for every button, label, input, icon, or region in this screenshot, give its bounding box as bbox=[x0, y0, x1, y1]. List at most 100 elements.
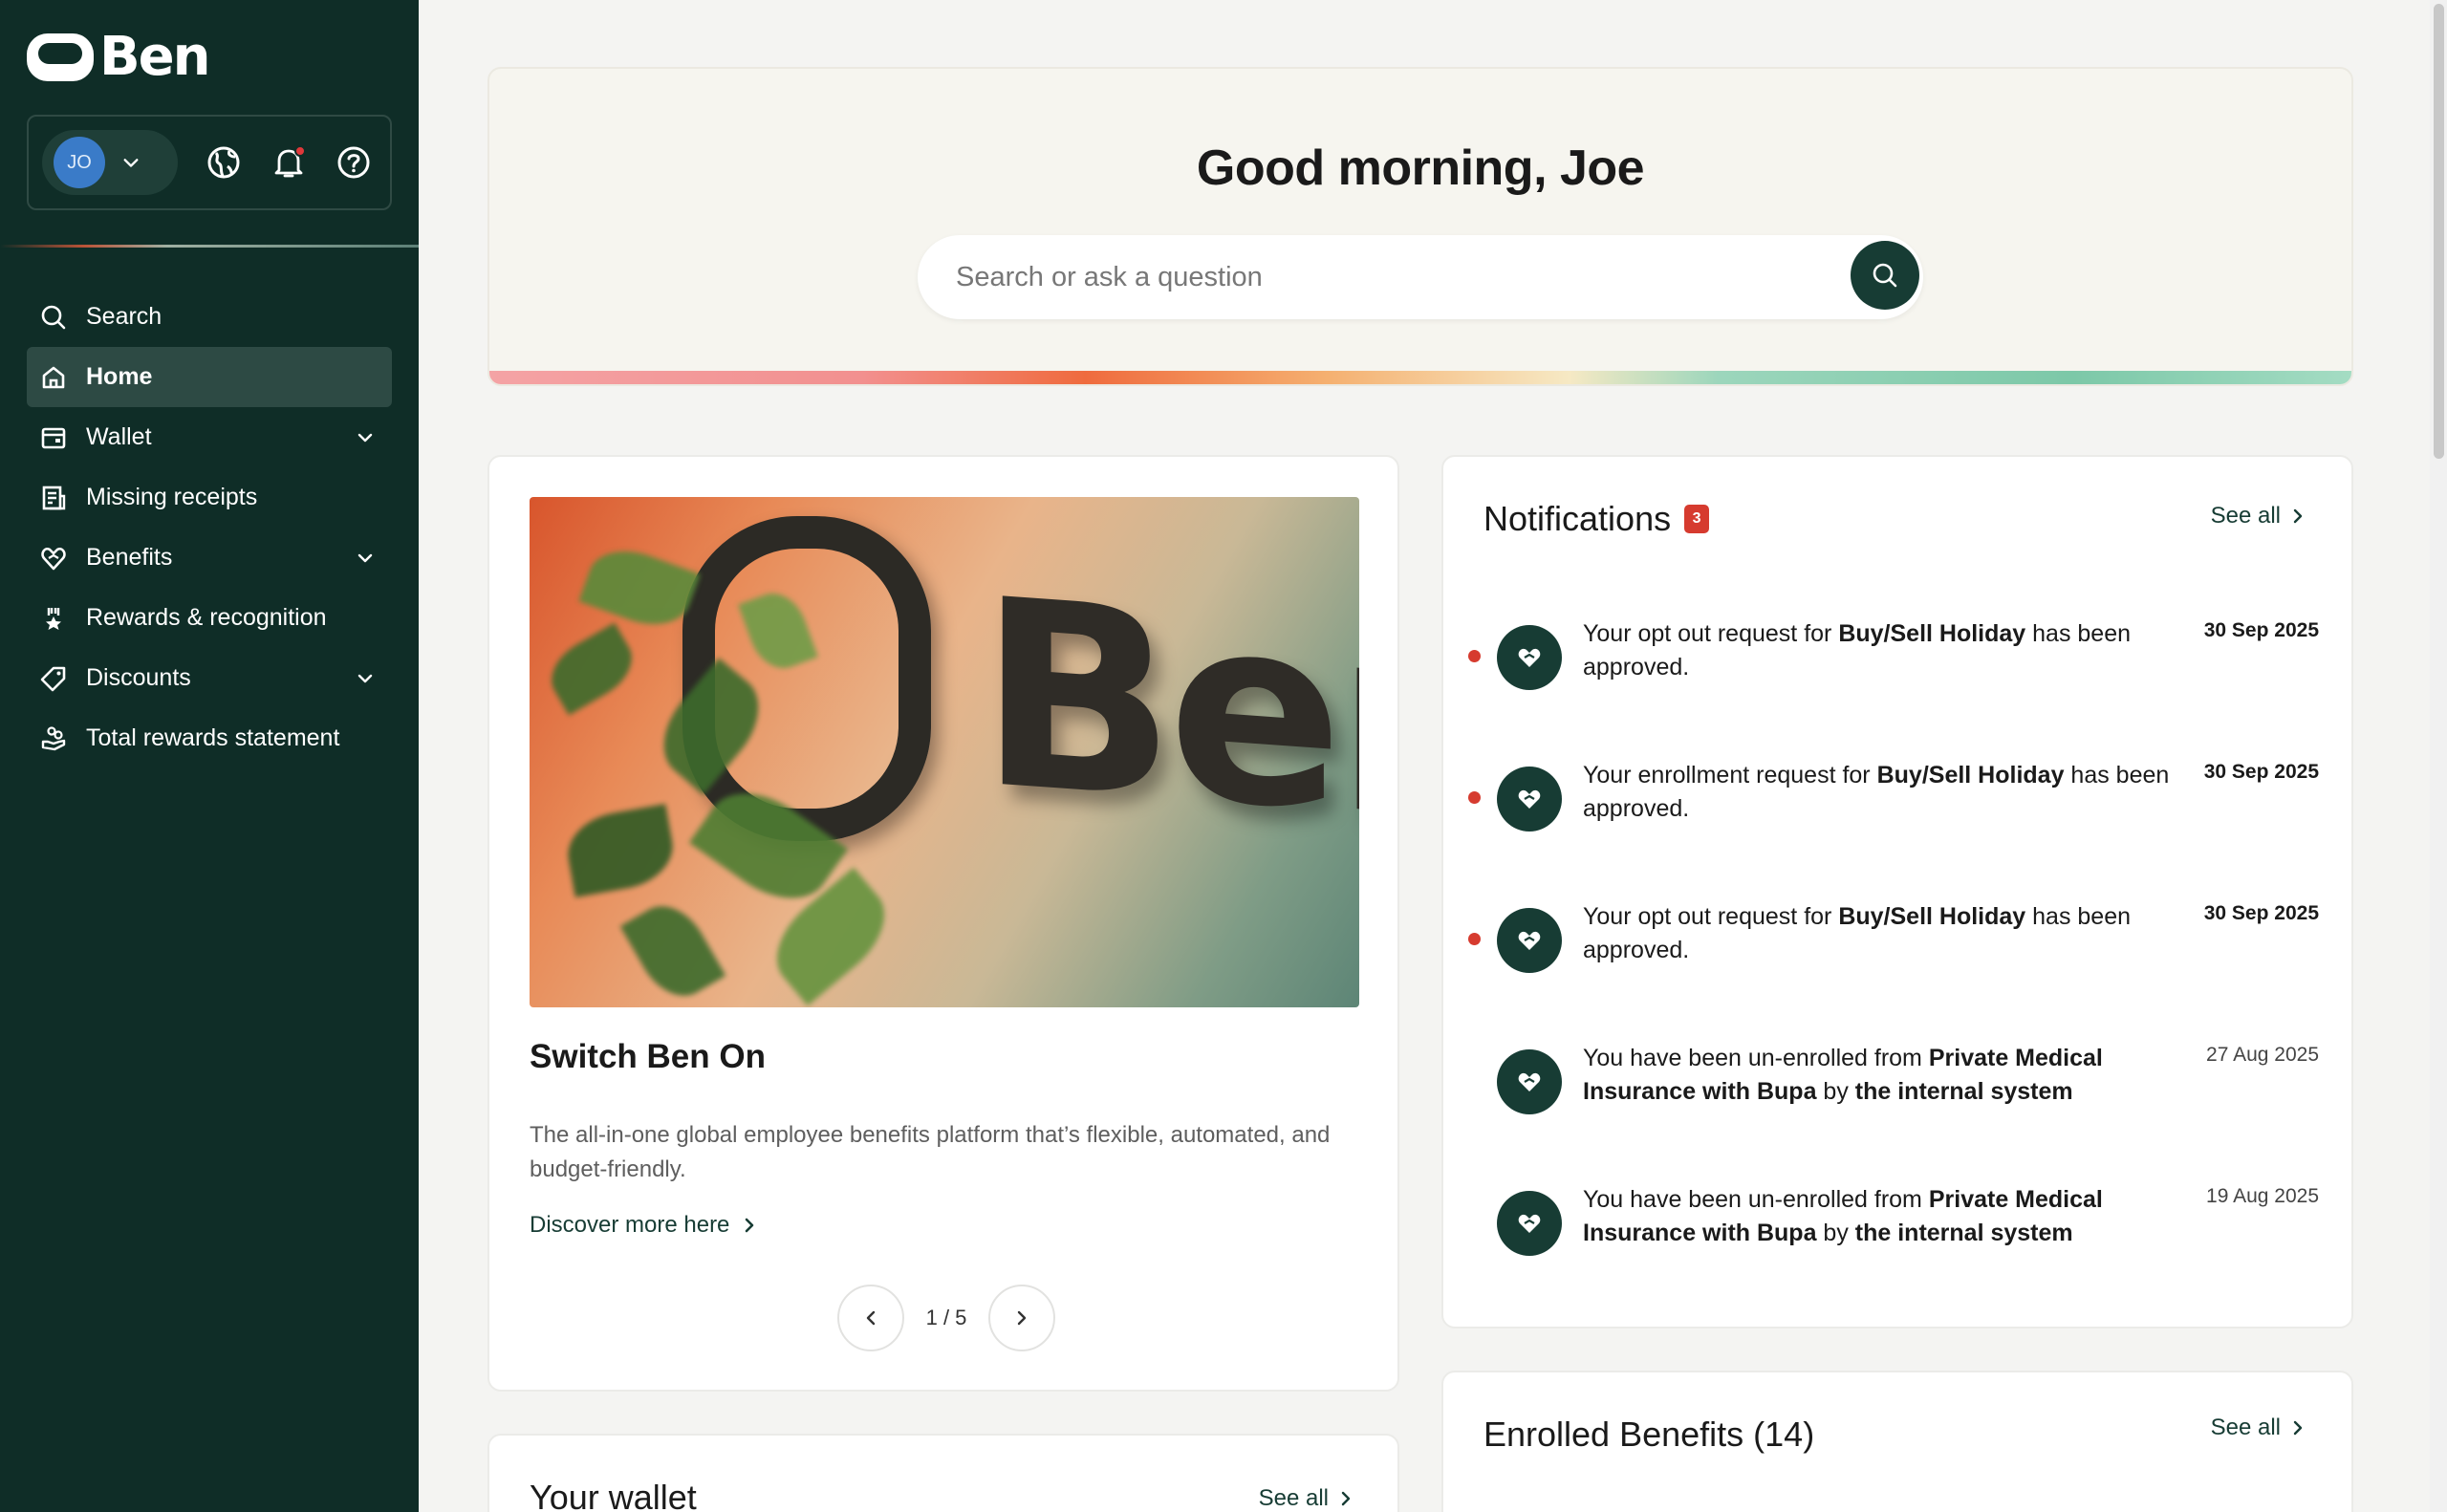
logo-mark-icon bbox=[27, 33, 94, 81]
ben-logo[interactable]: Ben bbox=[27, 26, 211, 88]
sidebar-item-label: Search bbox=[86, 303, 162, 330]
notification-text: Your opt out request for Buy/Sell Holida… bbox=[1583, 620, 2132, 680]
see-all-label: See all bbox=[2210, 503, 2281, 529]
plant-leaf bbox=[561, 804, 680, 897]
promo-card: Ben Switch Ben On The all-in-one global … bbox=[487, 455, 1399, 1392]
chevron-right-icon bbox=[746, 1218, 754, 1233]
sidebar-item-label: Discounts bbox=[86, 664, 191, 691]
scrollbar-thumb[interactable] bbox=[2434, 4, 2444, 459]
wallet-card: Your wallet See all bbox=[487, 1434, 1399, 1512]
sidebar-item-missing-receipts[interactable]: Missing receipts bbox=[27, 467, 392, 528]
notification-item[interactable]: Your opt out request for Buy/Sell Holida… bbox=[1459, 893, 2338, 1007]
sidebar-item-total-rewards-statement[interactable]: Total rewards statement bbox=[27, 708, 392, 768]
notification-date: 30 Sep 2025 bbox=[2203, 761, 2319, 783]
sidebar-divider bbox=[0, 245, 419, 248]
notification-date: 30 Sep 2025 bbox=[2203, 619, 2319, 641]
chevron-down-icon bbox=[357, 674, 373, 683]
sidebar-item-label: Total rewards statement bbox=[86, 724, 340, 751]
previous-slide-button[interactable] bbox=[837, 1285, 904, 1351]
notification-text: Your opt out request for Buy/Sell Holida… bbox=[1583, 903, 2132, 963]
chevron-right-icon bbox=[1341, 1491, 1351, 1506]
wallet-title: Your wallet bbox=[530, 1478, 697, 1512]
enrolled-benefits-card: Enrolled Benefits (14) See all bbox=[1441, 1371, 2353, 1512]
unread-dot bbox=[1468, 791, 1481, 804]
receipt-icon bbox=[40, 485, 67, 511]
notification-text: You have been un-enrolled from Private M… bbox=[1583, 1045, 2103, 1105]
search-icon bbox=[40, 304, 67, 331]
search-input[interactable] bbox=[956, 235, 1816, 319]
search-icon bbox=[1873, 263, 1897, 288]
chevron-down-icon bbox=[357, 433, 373, 443]
slide-counter: 1 / 5 bbox=[925, 1306, 967, 1329]
sidebar-item-wallet[interactable]: Wallet bbox=[27, 407, 392, 467]
enrolled-benefits-header: Enrolled Benefits (14) bbox=[1483, 1415, 1814, 1455]
notification-dot bbox=[294, 145, 306, 157]
sidebar-item-home[interactable]: Home bbox=[27, 347, 392, 407]
sidebar-item-label: Wallet bbox=[86, 423, 152, 450]
unread-dot bbox=[1468, 933, 1481, 945]
benefit-heart-icon bbox=[1497, 1049, 1562, 1114]
notification-item[interactable]: You have been un-enrolled from Private M… bbox=[1459, 1034, 2338, 1149]
notification-item[interactable]: You have been un-enrolled from Private M… bbox=[1459, 1176, 2338, 1290]
globe-button[interactable] bbox=[205, 143, 243, 182]
sidebar-item-discounts[interactable]: Discounts bbox=[27, 648, 392, 708]
unread-count-badge: 3 bbox=[1684, 505, 1710, 533]
notification-text: You have been un-enrolled from Private M… bbox=[1583, 1186, 2103, 1246]
plant-leaf bbox=[540, 622, 643, 716]
promo-image: Ben bbox=[530, 497, 1359, 1007]
see-all-label: See all bbox=[1258, 1485, 1329, 1511]
home-icon bbox=[40, 364, 67, 391]
benefit-heart-icon bbox=[1497, 1191, 1562, 1256]
tag-icon bbox=[40, 665, 67, 692]
hero-panel: Good morning, Joe bbox=[487, 67, 2353, 386]
award-icon bbox=[40, 605, 67, 632]
next-slide-button[interactable] bbox=[988, 1285, 1055, 1351]
promo-title: Switch Ben On bbox=[530, 1038, 766, 1075]
user-toolbar: JO bbox=[27, 115, 392, 210]
search-button[interactable] bbox=[1851, 241, 1919, 310]
chevron-down-icon bbox=[357, 553, 373, 563]
enrolled-benefits-title: Enrolled Benefits (14) bbox=[1483, 1415, 1815, 1454]
notifications-card: Notifications 3 See all Your opt out req… bbox=[1441, 455, 2353, 1328]
wallet-header: Your wallet bbox=[530, 1478, 697, 1512]
page-title: Good morning, Joe bbox=[1196, 140, 1645, 196]
wall-logo-text: Ben bbox=[979, 542, 1359, 881]
heart-hand-icon bbox=[40, 545, 67, 572]
search-box bbox=[918, 235, 1923, 319]
notifications-title: Notifications bbox=[1483, 499, 1672, 538]
promo-description: The all-in-one global employee benefits … bbox=[530, 1122, 1331, 1182]
notifications-button[interactable] bbox=[270, 143, 308, 182]
notifications-header: Notifications 3 bbox=[1483, 499, 1710, 539]
see-all-label: See all bbox=[2210, 1415, 2281, 1440]
unread-dot bbox=[1468, 650, 1481, 662]
sidebar-item-label: Rewards & recognition bbox=[86, 604, 327, 631]
globe-icon bbox=[207, 146, 240, 179]
notifications-see-all-link[interactable]: See all bbox=[2211, 503, 2304, 529]
wallet-see-all-link[interactable]: See all bbox=[1259, 1485, 1352, 1512]
sidebar-item-search[interactable]: Search bbox=[27, 287, 392, 347]
notification-date: 27 Aug 2025 bbox=[2206, 1044, 2319, 1066]
enrolled-benefits-see-all-link[interactable]: See all bbox=[2211, 1415, 2304, 1441]
page-scrollbar[interactable] bbox=[2430, 0, 2447, 1512]
notification-item[interactable]: Your enrollment request for Buy/Sell Hol… bbox=[1459, 751, 2338, 866]
sidebar-nav: Search Home Wallet Missing receipts Bene… bbox=[27, 287, 392, 768]
help-icon bbox=[337, 146, 370, 179]
account-menu-button[interactable]: JO bbox=[42, 130, 178, 195]
notification-date: 30 Sep 2025 bbox=[2203, 902, 2319, 924]
chevron-down-icon bbox=[123, 159, 139, 167]
plant-leaf bbox=[619, 893, 726, 1007]
sidebar-item-benefits[interactable]: Benefits bbox=[27, 528, 392, 588]
sidebar: Ben JO Search Home Wallet Missing receip… bbox=[0, 0, 419, 1512]
help-button[interactable] bbox=[335, 143, 373, 182]
discover-more-link[interactable]: Discover more here bbox=[530, 1212, 756, 1239]
discover-more-label: Discover more here bbox=[530, 1212, 730, 1238]
chevron-left-icon bbox=[866, 1310, 876, 1326]
sidebar-item-label: Missing receipts bbox=[86, 484, 258, 510]
chevron-right-icon bbox=[2293, 508, 2303, 524]
sidebar-item-label: Home bbox=[86, 363, 153, 390]
avatar: JO bbox=[54, 137, 105, 188]
carousel-pager: 1 / 5 bbox=[837, 1285, 1055, 1351]
logo-text: Ben bbox=[99, 26, 211, 88]
notification-item[interactable]: Your opt out request for Buy/Sell Holida… bbox=[1459, 610, 2338, 724]
sidebar-item-rewards[interactable]: Rewards & recognition bbox=[27, 588, 392, 648]
